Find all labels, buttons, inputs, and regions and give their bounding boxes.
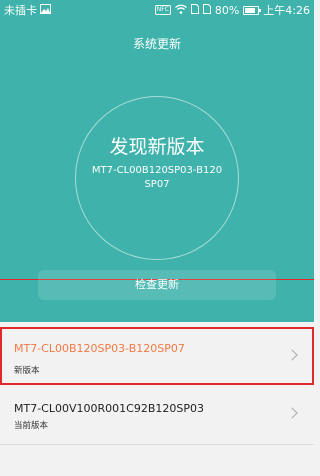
nfc-icon: NFC (154, 5, 171, 15)
current-version-label: 当前版本 (14, 421, 49, 431)
battery-icon (243, 5, 262, 15)
wifi-icon (174, 4, 187, 17)
new-version-label: 新版本 (14, 366, 40, 376)
new-version-number: MT7-CL00B120SP03-B120SP07 (91, 165, 223, 190)
image-icon (40, 3, 51, 17)
current-version-title: MT7-CL00V100R001C92B120SP03 (14, 402, 204, 415)
battery-percent: 80% (214, 3, 240, 17)
list-item-current-version[interactable]: MT7-CL00V100R001C92B120SP03 当前版本 (0, 385, 314, 445)
status-bar: 未插卡 NFC 80% 上午4:26 (0, 0, 314, 18)
sim-icon (190, 3, 199, 17)
chevron-right-icon (286, 407, 298, 419)
check-update-button[interactable]: 检查更新 (38, 270, 276, 300)
chevron-right-icon (286, 349, 298, 361)
carrier-text: 未插卡 (4, 4, 37, 17)
version-list: MT7-CL00B120SP03-B120SP07 新版本 MT7-CL00V1… (0, 322, 314, 445)
page-title: 系统更新 (132, 37, 181, 51)
new-version-headline: 发现新版本 (109, 136, 205, 158)
list-item-new-version[interactable]: MT7-CL00B120SP03-B120SP07 新版本 (0, 327, 314, 385)
clock: 上午4:26 (263, 4, 310, 17)
update-hero: 未插卡 NFC 80% 上午4:26 系统更新 发现新版本 MT7-CL00B1… (0, 0, 314, 322)
sim-icon-2 (202, 3, 211, 17)
new-version-title: MT7-CL00B120SP03-B120SP07 (14, 342, 185, 355)
